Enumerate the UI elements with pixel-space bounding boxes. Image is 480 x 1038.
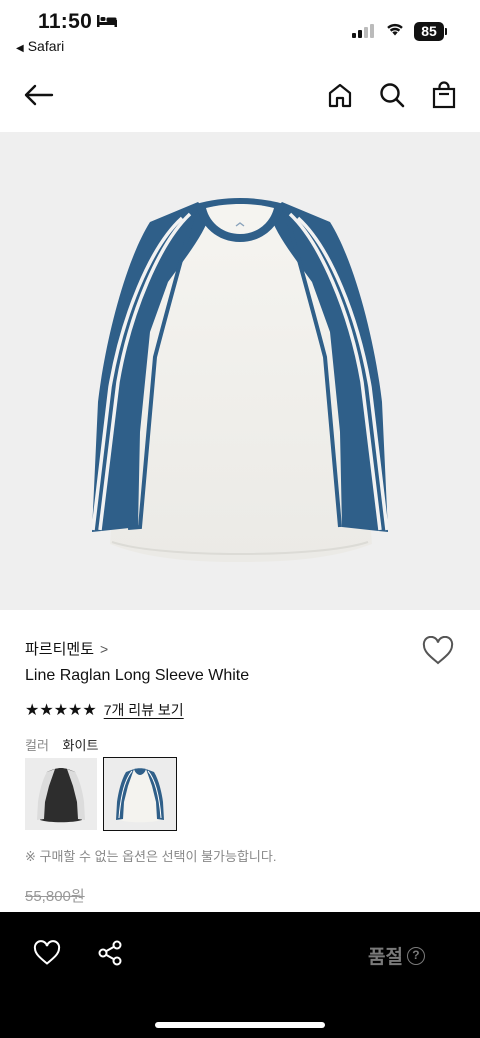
status-bar: 11:50 ◀ Safari 85: [0, 0, 480, 62]
rating-row: ★★★★★ 7개 리뷰 보기: [25, 700, 184, 720]
search-button[interactable]: [376, 79, 408, 111]
star-rating: ★★★★★: [25, 702, 97, 719]
help-icon[interactable]: ?: [406, 946, 425, 965]
shirt-thumbnail: [37, 768, 85, 823]
heart-icon: [422, 635, 454, 665]
shirt-thumbnail: [116, 768, 164, 823]
cellular-signal-icon: [352, 24, 376, 38]
home-button[interactable]: [324, 79, 356, 111]
color-value: 화이트: [62, 738, 99, 753]
wifi-icon: [387, 23, 403, 36]
product-image[interactable]: [0, 132, 480, 610]
home-indicator: [155, 1022, 325, 1028]
home-icon: [328, 83, 352, 108]
brand-name: 파르티멘토: [25, 641, 95, 658]
back-triangle-icon: ◀: [16, 43, 24, 54]
share-icon: [98, 940, 122, 966]
top-nav: [0, 70, 480, 120]
original-price: 55,800원: [25, 888, 85, 905]
color-row: 컬러 화이트: [25, 735, 98, 754]
option-note: ※ 구매할 수 없는 옵션은 선택이 불가능합니다.: [25, 849, 277, 864]
back-arrow-icon: [24, 84, 54, 106]
bottom-wishlist-button[interactable]: [32, 938, 62, 968]
color-swatch-white[interactable]: [103, 757, 177, 831]
search-icon: [380, 83, 405, 108]
battery-tip: [445, 28, 447, 35]
back-button[interactable]: [22, 79, 54, 111]
shopping-bag-icon: [432, 81, 456, 109]
share-button[interactable]: [95, 938, 125, 968]
raglan-shirt-illustration: [91, 198, 389, 562]
battery-indicator: 85: [414, 22, 444, 41]
cart-button[interactable]: [428, 79, 460, 111]
back-to-safari[interactable]: ◀ Safari: [16, 38, 64, 54]
bed-icon: [97, 15, 117, 27]
brand-link[interactable]: 파르티멘토 >: [25, 638, 108, 659]
heart-icon: [33, 940, 61, 965]
chevron-right-icon: >: [100, 641, 109, 657]
wishlist-button[interactable]: [422, 635, 454, 666]
back-app-label: Safari: [27, 38, 65, 54]
status-time: 11:50: [38, 10, 93, 33]
color-label: 컬러: [25, 738, 49, 753]
product-name: Line Raglan Long Sleeve White: [25, 667, 250, 684]
bottom-action-bar: 품절 ?: [0, 912, 480, 1038]
sold-out-status: 품절 ?: [368, 942, 425, 969]
color-swatch-charcoal[interactable]: [25, 758, 97, 830]
sold-out-label: 품절: [368, 947, 403, 968]
review-link[interactable]: 7개 리뷰 보기: [104, 700, 184, 720]
